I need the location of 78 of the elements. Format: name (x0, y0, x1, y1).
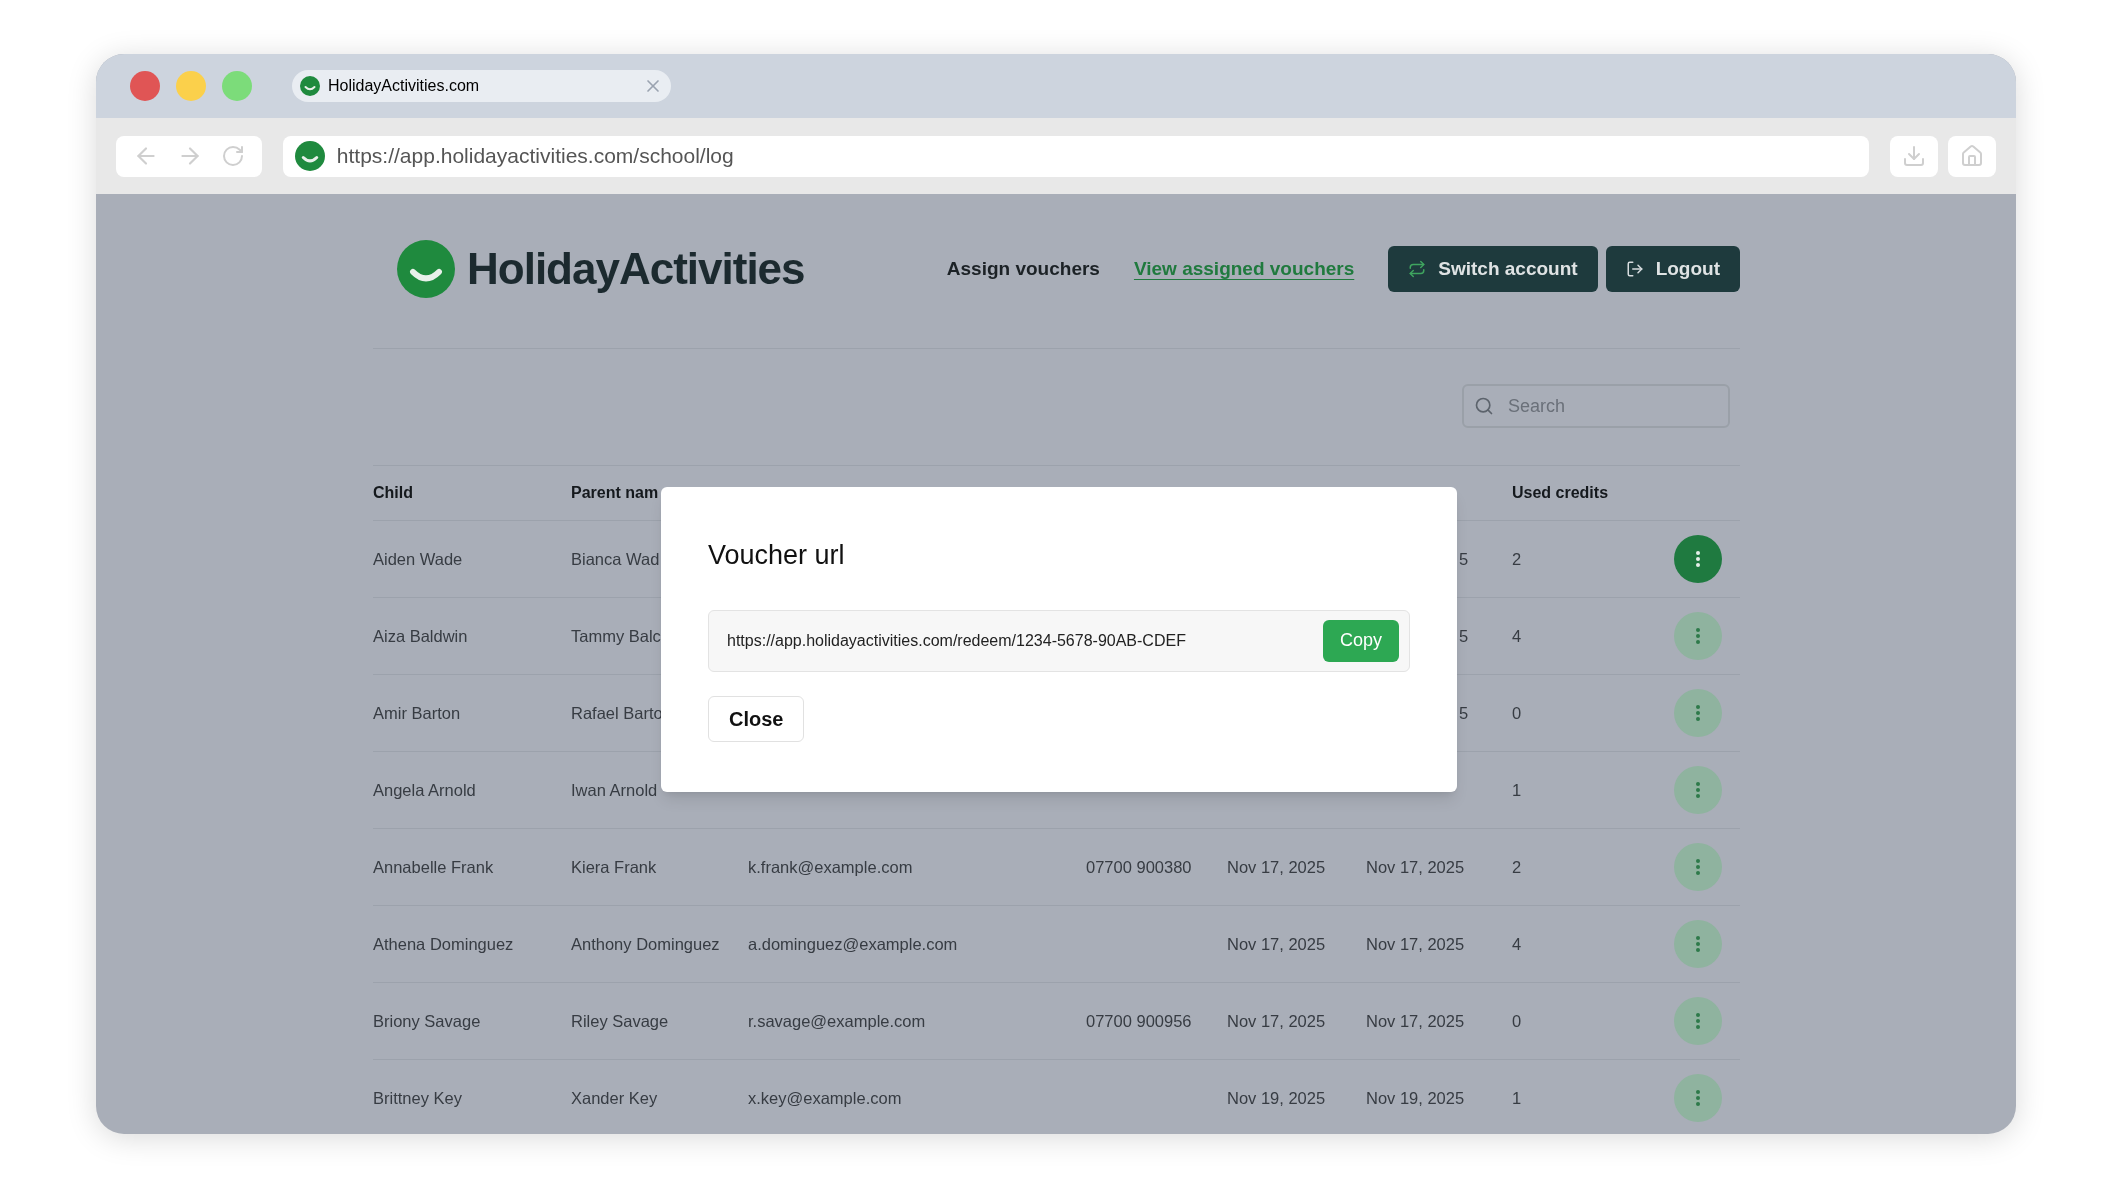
table-cell-text: 07700 900956 (1086, 1010, 1193, 1032)
table-cell-text: Briony Savage (373, 1010, 482, 1032)
logout-button[interactable]: Logout (1605, 246, 1740, 292)
table-cell-text: Riley Savage (571, 1010, 670, 1032)
table-cell-text: 1 (1512, 1087, 1523, 1109)
table-cell-text: 5 (1458, 702, 1470, 724)
dialog-title: Voucher url (708, 539, 846, 572)
table-cell-text: Iwan Arnold (571, 779, 659, 801)
site-smile-icon (294, 141, 325, 171)
table-cell-text: Angela Arnold (373, 779, 477, 801)
table-cell-text: Nov 19, 2025 (1366, 1087, 1466, 1109)
switch-account-button[interactable]: Switch account (1388, 246, 1598, 292)
row-menu-button[interactable] (1674, 920, 1722, 968)
favicon-smile-icon (300, 76, 320, 96)
table-cell-text: Amir Barton (373, 702, 462, 724)
table-cell-text: a.dominguez@example.com (748, 933, 959, 955)
table-cell-text: 2 (1512, 548, 1523, 570)
table-cell-text: Nov 17, 2025 (1227, 933, 1327, 955)
row-menu-button[interactable] (1674, 997, 1722, 1045)
address-bar[interactable]: https://app.holidayactivities.com/school/log (282, 135, 1869, 177)
vertical-dots-icon (1696, 705, 1700, 721)
reload-icon[interactable] (220, 144, 245, 168)
search-icon (1474, 396, 1494, 416)
logout-icon (1625, 260, 1644, 278)
table-cell-text: Aiza Baldwin (373, 625, 469, 647)
table-cell-text: 4 (1512, 933, 1523, 955)
vertical-dots-icon (1696, 1090, 1700, 1106)
vertical-dots-icon (1696, 551, 1700, 567)
row-menu-button[interactable] (1674, 843, 1722, 891)
table-cell-text: Brittney Key (373, 1087, 463, 1109)
table-cell-text: x.key@example.com (748, 1087, 903, 1109)
voucher-url-field: https://app.holidayactivities.com/redeem/1234-5678-90AB-CDEF Copy (708, 609, 1410, 672)
column-header: Child (373, 483, 414, 503)
switch-arrows-icon (1408, 260, 1427, 278)
download-button[interactable] (1890, 135, 1938, 177)
search-field[interactable]: Search (1462, 384, 1730, 428)
vertical-dots-icon (1696, 936, 1700, 952)
row-menu-button[interactable] (1674, 535, 1722, 583)
table-cell-text: Anthony Dominguez (571, 933, 721, 955)
logo-smile-icon (397, 240, 455, 298)
row-menu-button[interactable] (1674, 1074, 1722, 1122)
tab-title: HolidayActivities.com (328, 76, 481, 96)
table-cell-text: 0 (1512, 1010, 1523, 1032)
download-icon (1902, 144, 1926, 168)
table-cell-text: 4 (1512, 625, 1523, 647)
row-menu-button[interactable] (1674, 612, 1722, 660)
home-icon (1960, 144, 1984, 168)
table-cell-text: Kiera Frank (571, 856, 658, 878)
vertical-dots-icon (1696, 1013, 1700, 1029)
table-cell-text: Nov 17, 2025 (1366, 1010, 1466, 1032)
table-cell-text: 0 (1512, 702, 1523, 724)
nav-link[interactable]: Assign vouchers (946, 254, 1100, 284)
column-header: Parent nam (571, 483, 660, 503)
vertical-dots-icon (1696, 782, 1700, 798)
vertical-dots-icon (1696, 628, 1700, 644)
table-cell-text: 07700 900380 (1086, 856, 1193, 878)
table-cell-text: Nov 17, 2025 (1227, 1010, 1327, 1032)
row-menu-button[interactable] (1674, 766, 1722, 814)
browser-tab[interactable]: HolidayActivities.com (292, 70, 671, 102)
table-cell-text: Aiden Wade (373, 548, 464, 570)
table-cell-text: 1 (1512, 779, 1523, 801)
close-button[interactable]: Close (708, 695, 805, 742)
vertical-dots-icon (1696, 859, 1700, 875)
table-cell-text: Xander Key (571, 1087, 659, 1109)
row-menu-button[interactable] (1674, 689, 1722, 737)
table-cell-text: Nov 19, 2025 (1227, 1087, 1327, 1109)
table-cell-text: 2 (1512, 856, 1523, 878)
column-header: Used credits (1512, 483, 1610, 503)
logo-text: HolidayActivities (467, 243, 805, 295)
table-cell-text: Athena Dominguez (373, 933, 515, 955)
table-cell-text: 5 (1458, 548, 1470, 570)
table-cell-text: Annabelle Frank (373, 856, 495, 878)
table-cell-text: Nov 17, 2025 (1366, 856, 1466, 878)
table-cell-text: k.frank@example.com (748, 856, 914, 878)
table-cell-text: Nov 17, 2025 (1227, 856, 1327, 878)
table-cell-text: r.savage@example.com (748, 1010, 927, 1032)
home-button[interactable] (1948, 135, 1996, 177)
table-cell-text: Nov 17, 2025 (1366, 933, 1466, 955)
